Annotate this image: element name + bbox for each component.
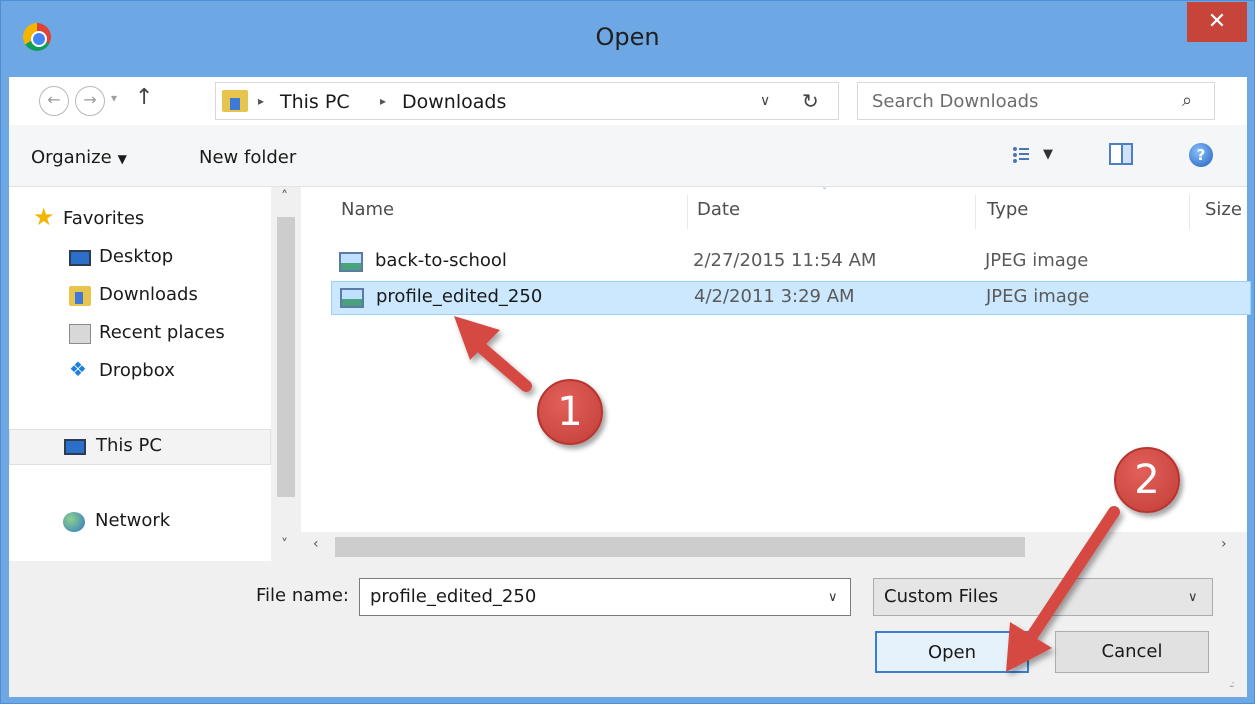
address-row: ← → ▾ ↑ ▸ This PC ▸ Downloads ∨ ↻ Search… [9, 77, 1247, 125]
chevron-down-icon[interactable]: ∨ [760, 93, 770, 109]
scroll-up-icon[interactable]: ˄ [281, 189, 288, 205]
image-file-icon [339, 252, 363, 272]
step-2-badge: 2 [1114, 447, 1180, 513]
nav-item-label: Desktop [99, 246, 174, 267]
column-divider[interactable] [975, 195, 976, 229]
network-icon [63, 512, 85, 532]
file-list: Name ˇ Date Type Size back-to-school 2/2… [301, 187, 1251, 561]
breadcrumb-downloads[interactable]: Downloads [402, 91, 506, 113]
address-bar[interactable]: ▸ This PC ▸ Downloads ∨ ↻ [215, 82, 839, 120]
horizontal-scrollbar[interactable]: ‹ › [301, 532, 1247, 561]
nav-item-desktop[interactable]: Desktop [9, 241, 271, 277]
column-header-type[interactable]: Type [987, 199, 1028, 220]
chevron-down-icon[interactable]: ∨ [828, 590, 838, 605]
open-button[interactable]: Open [875, 631, 1029, 673]
command-toolbar: Organize ▼ New folder ▼ ? [9, 125, 1247, 187]
refresh-icon[interactable]: ↻ [802, 89, 819, 113]
cancel-button[interactable]: Cancel [1055, 631, 1209, 673]
organize-button[interactable]: Organize ▼ [31, 147, 127, 168]
forward-button[interactable]: → [75, 86, 105, 116]
nav-item-label: Favorites [63, 208, 145, 229]
file-name-field[interactable]: profile_edited_250 ∨ [359, 578, 851, 616]
nav-item-label: Downloads [99, 284, 198, 305]
resize-grip-icon[interactable]: ..: [1229, 679, 1235, 690]
step-1-badge: 1 [537, 379, 603, 445]
dropbox-icon: ❖ [69, 357, 87, 381]
scroll-thumb[interactable] [335, 537, 1025, 557]
column-divider[interactable] [1189, 195, 1190, 229]
column-header-date[interactable]: Date [697, 199, 740, 220]
back-button[interactable]: ← [39, 86, 69, 116]
dialog-client-area: ← → ▾ ↑ ▸ This PC ▸ Downloads ∨ ↻ Search… [9, 77, 1251, 697]
file-row-selected[interactable]: profile_edited_250 4/2/2011 3:29 AM JPEG… [331, 281, 1251, 315]
desktop-icon [69, 250, 91, 266]
file-name-label: File name: [256, 585, 349, 606]
open-dialog: Open ✕ ← → ▾ ↑ ▸ This PC ▸ Downloads ∨ ↻… [0, 0, 1255, 704]
recent-locations-dropdown[interactable]: ▾ [111, 91, 117, 105]
downloads-folder-icon [222, 90, 248, 112]
computer-icon [64, 439, 86, 455]
search-input[interactable]: Search Downloads [872, 91, 1038, 112]
close-button[interactable]: ✕ [1187, 2, 1247, 42]
nav-item-label: Dropbox [99, 360, 175, 381]
file-date: 4/2/2011 3:29 AM [694, 286, 855, 307]
up-button[interactable]: ↑ [135, 85, 153, 110]
image-file-icon [340, 288, 364, 308]
help-icon[interactable]: ? [1189, 143, 1213, 167]
nav-item-label: Recent places [99, 322, 225, 343]
nav-item-favorites[interactable]: ★ Favorites [9, 203, 271, 239]
scroll-thumb[interactable] [277, 217, 295, 497]
recent-places-icon [69, 324, 91, 344]
new-folder-button[interactable]: New folder [199, 147, 296, 168]
view-options-icon[interactable] [1013, 147, 1031, 163]
star-icon: ★ [33, 203, 55, 231]
file-date: 2/27/2015 11:54 AM [693, 250, 877, 271]
nav-item-recent-places[interactable]: Recent places [9, 317, 271, 353]
nav-item-this-pc[interactable]: This PC [9, 429, 271, 465]
file-type: JPEG image [985, 250, 1089, 271]
downloads-folder-icon [69, 286, 91, 306]
nav-item-downloads[interactable]: Downloads [9, 279, 271, 315]
nav-item-label: Network [95, 510, 171, 531]
scroll-right-icon[interactable]: › [1221, 536, 1227, 552]
scroll-down-icon[interactable]: ˅ [281, 537, 288, 553]
breadcrumb-separator-icon: ▸ [258, 94, 265, 108]
file-type: JPEG image [986, 286, 1090, 307]
scroll-left-icon[interactable]: ‹ [313, 536, 319, 552]
file-row[interactable]: back-to-school 2/27/2015 11:54 AM JPEG i… [331, 246, 1251, 280]
column-header-size[interactable]: Size [1205, 199, 1242, 220]
nav-scrollbar[interactable]: ˄ ˅ [271, 187, 301, 561]
nav-item-network[interactable]: Network [9, 505, 271, 541]
nav-item-dropbox[interactable]: ❖ Dropbox [9, 355, 271, 391]
sort-indicator-icon: ˇ [822, 187, 827, 198]
column-header-name[interactable]: Name [341, 199, 394, 220]
chevron-down-icon[interactable]: ∨ [1188, 590, 1198, 605]
view-dropdown-icon[interactable]: ▼ [1043, 147, 1053, 162]
dialog-title: Open [595, 23, 660, 51]
dialog-footer: File name: profile_edited_250 ∨ Custom F… [9, 561, 1247, 697]
breadcrumb-this-pc[interactable]: This PC [280, 91, 350, 113]
file-name-value[interactable]: profile_edited_250 [370, 586, 536, 607]
preview-pane-icon[interactable] [1109, 143, 1133, 165]
file-type-value: Custom Files [884, 586, 999, 607]
file-name: back-to-school [375, 250, 507, 271]
chevron-down-icon: ▼ [117, 152, 127, 166]
search-box[interactable]: Search Downloads ⌕ [857, 82, 1215, 120]
nav-item-label: This PC [96, 435, 162, 456]
search-icon[interactable]: ⌕ [1182, 90, 1192, 111]
file-type-select[interactable]: Custom Files ∨ [873, 578, 1213, 616]
organize-label: Organize [31, 147, 112, 168]
navigation-pane: ★ Favorites Desktop Downloads Recent pla… [9, 187, 301, 561]
file-name: profile_edited_250 [376, 286, 543, 307]
breadcrumb-separator-icon: ▸ [380, 94, 387, 108]
title-bar: Open ✕ [1, 1, 1254, 77]
column-divider[interactable] [687, 195, 688, 229]
